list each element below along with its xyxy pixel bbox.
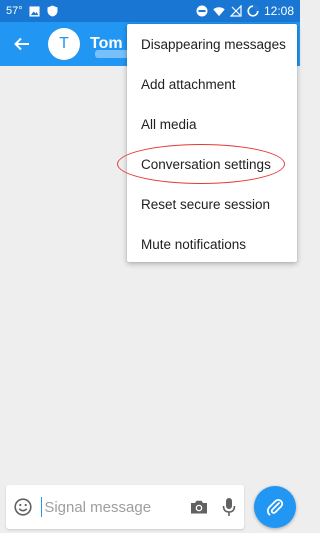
contact-subtitle-blurred [95,50,129,58]
menu-item-disappearing-messages[interactable]: Disappearing messages [127,24,297,64]
image-icon [29,5,41,17]
menu-item-all-media[interactable]: All media [127,104,297,144]
menu-item-reset-secure-session[interactable]: Reset secure session [127,184,297,224]
status-left: 57° [6,5,59,17]
battery-icon [247,5,259,17]
shield-icon [47,5,59,17]
temperature-label: 57° [6,5,23,17]
microphone-button[interactable] [214,485,244,529]
message-composer [6,485,244,529]
paperclip-icon [266,498,284,516]
text-cursor [40,497,43,517]
avatar-initial: T [59,35,69,52]
message-input[interactable] [44,498,185,516]
emoji-icon [14,498,32,516]
status-bar: 57° 12:08 [0,0,300,22]
clock-time: 12:08 [263,4,294,18]
status-right: 12:08 [196,4,294,18]
attach-button[interactable] [254,486,296,528]
camera-icon [191,500,208,514]
emoji-button[interactable] [6,485,40,529]
menu-item-conversation-settings[interactable]: Conversation settings [127,144,297,184]
overflow-menu: Disappearing messages Add attachment All… [127,24,297,262]
avatar[interactable]: T [48,28,80,60]
microphone-icon [222,498,236,516]
camera-button[interactable] [184,485,214,529]
do-not-disturb-icon [196,5,208,17]
no-sim-icon [229,5,242,17]
wifi-icon [213,5,225,17]
menu-item-add-attachment[interactable]: Add attachment [127,64,297,104]
menu-item-mute-notifications[interactable]: Mute notifications [127,224,297,264]
back-button[interactable] [0,22,44,66]
arrow-back-icon [14,37,29,51]
